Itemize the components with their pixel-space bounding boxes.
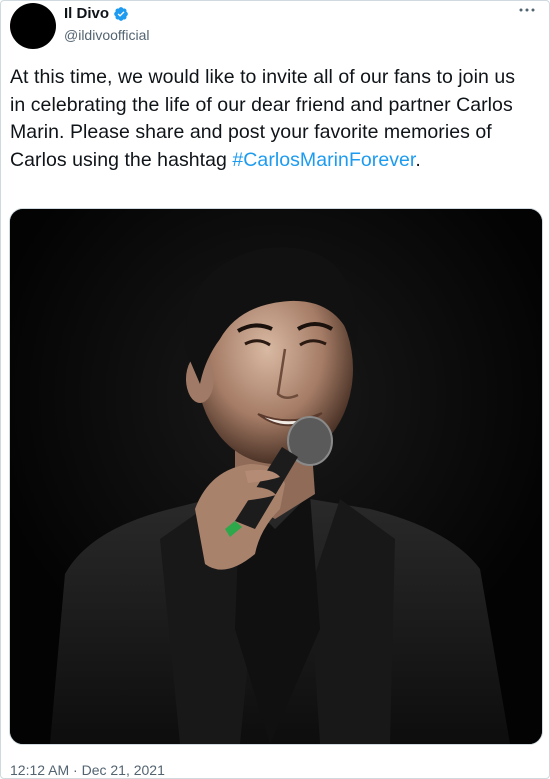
hashtag-link[interactable]: #CarlosMarinForever [232, 149, 415, 171]
tweet-text-end: . [415, 148, 421, 171]
singer-photo-image [10, 209, 542, 744]
author-name-row: Il Divo [64, 5, 129, 23]
tweet-text: At this time, we would like to invite al… [10, 64, 535, 174]
more-horizontal-icon[interactable] [517, 3, 537, 17]
author-handle[interactable]: @ildivoofficial [64, 26, 150, 44]
display-name[interactable]: Il Divo [64, 5, 109, 23]
tweet-timestamp[interactable]: 12:12 AM · Dec 21, 2021 [10, 762, 165, 778]
tweet-photo[interactable] [9, 208, 543, 745]
tweet-card: Il Divo @ildivoofficial At this time, we… [0, 0, 550, 779]
verified-badge-icon [113, 6, 129, 22]
avatar[interactable] [10, 3, 56, 49]
